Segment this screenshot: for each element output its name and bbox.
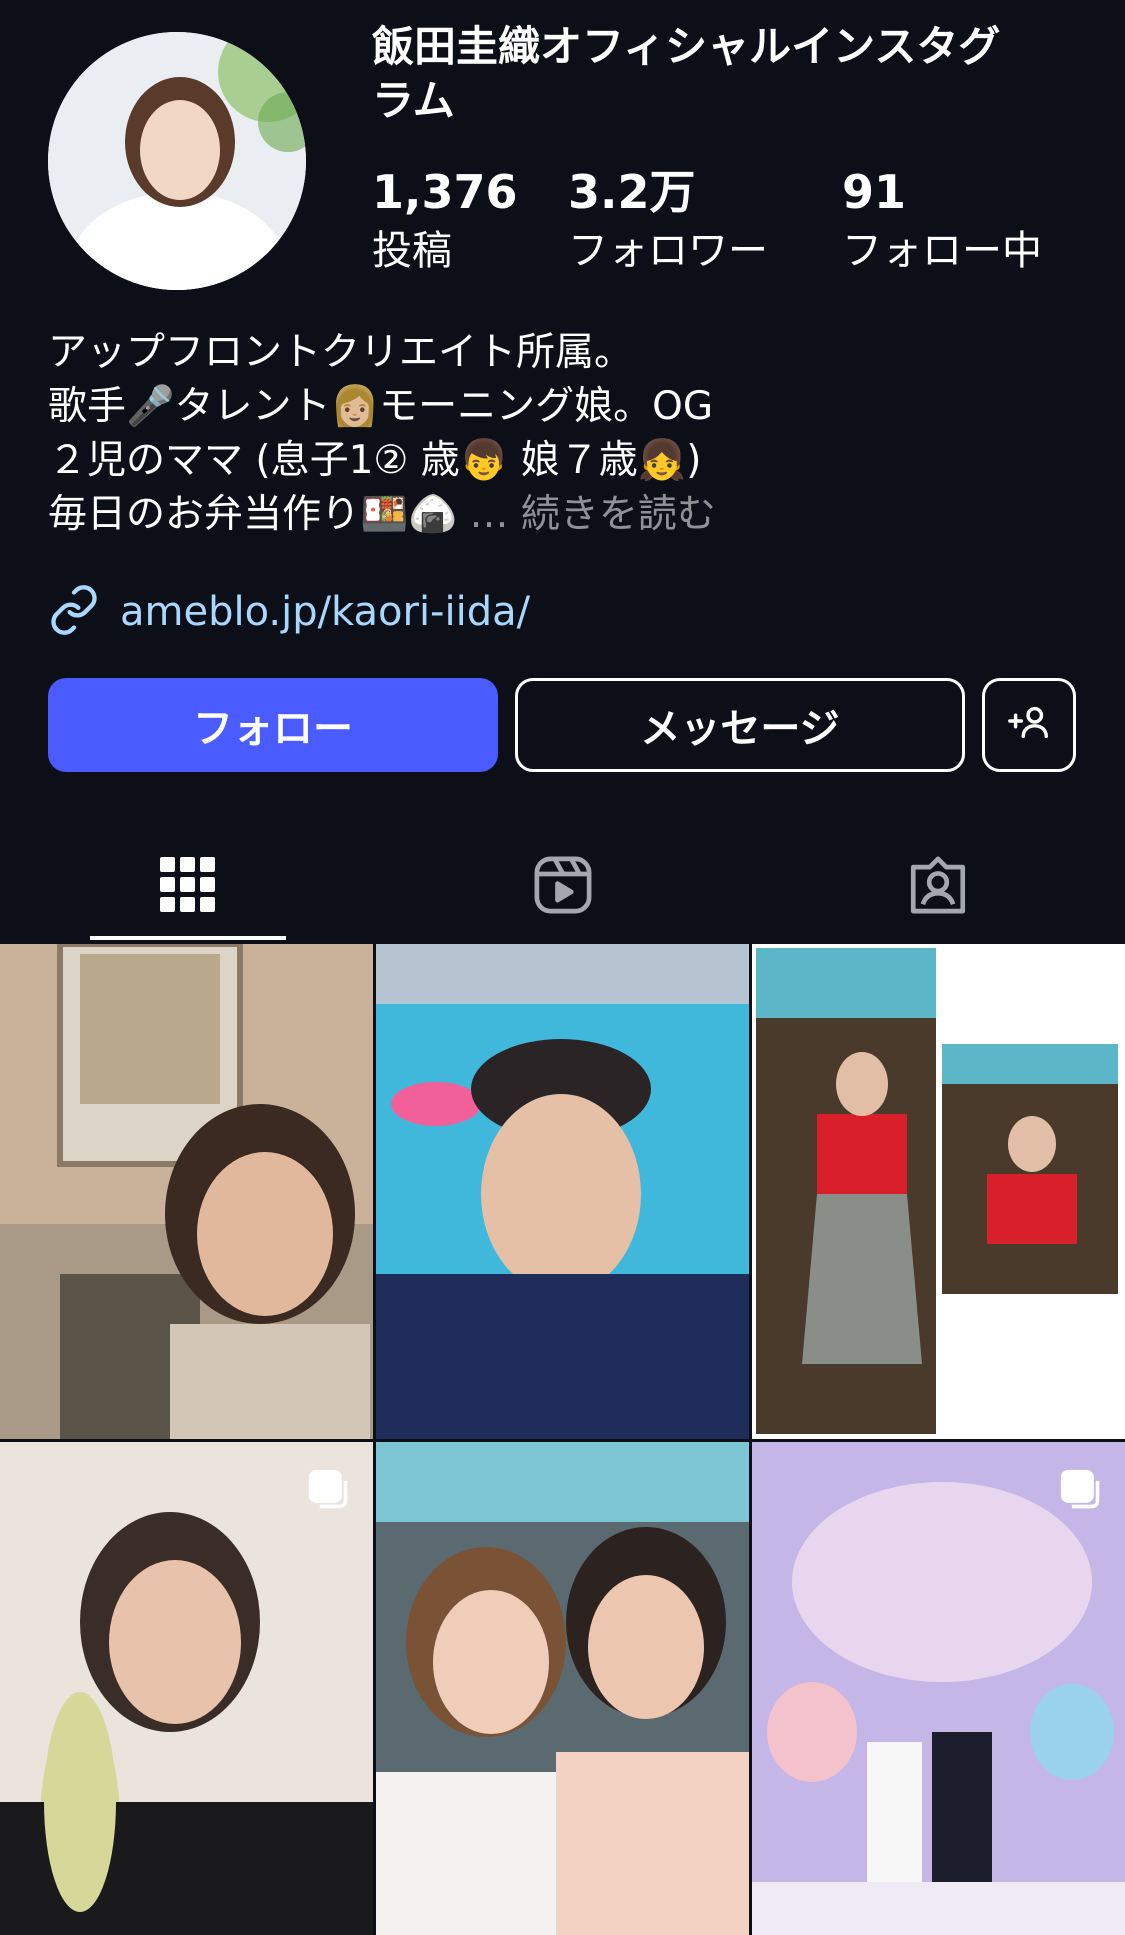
bio-line: 毎日のお弁当作り🍱🍙 <box>48 492 458 537</box>
message-button[interactable]: メッセージ <box>515 678 965 772</box>
stat-following-label: フォロー中 <box>842 228 1042 274</box>
post-thumbnail[interactable] <box>376 944 749 1439</box>
post-thumbnail[interactable] <box>376 1442 749 1935</box>
posts-grid <box>0 944 1125 1935</box>
bio-line: アップフロントクリエイト所属。 <box>48 330 634 375</box>
tab-posts[interactable] <box>0 838 375 936</box>
profile-bio: アップフロントクリエイト所属。 歌手🎤タレント👩🏼モーニング娘。OG ２児のママ… <box>48 326 1088 542</box>
stat-followers[interactable]: 3.2万 フォロワー <box>568 164 768 278</box>
follow-button[interactable]: フォロー <box>48 678 498 772</box>
multiple-photos-icon <box>1059 1468 1103 1512</box>
tab-reels[interactable] <box>375 838 750 936</box>
stat-posts[interactable]: 1,376 投稿 <box>372 164 518 278</box>
profile-name-line1: 飯田圭織オフィシャルインスタグ <box>372 22 1001 71</box>
post-thumbnail[interactable] <box>752 944 1125 1439</box>
multiple-photos-icon <box>307 1468 351 1512</box>
tab-tagged[interactable] <box>750 838 1125 936</box>
link-text[interactable]: ameblo.jp/kaori-iida/ <box>120 586 530 638</box>
profile-name: 飯田圭織オフィシャルインスタグ ラム <box>372 20 1072 128</box>
suggest-users-button[interactable] <box>982 678 1076 772</box>
stat-following-value: 91 <box>842 165 907 219</box>
stat-following[interactable]: 91 フォロー中 <box>842 164 1042 278</box>
grid-icon <box>159 857 216 917</box>
add-user-icon <box>1006 698 1052 752</box>
stat-posts-label: 投稿 <box>372 228 452 274</box>
profile-avatar[interactable] <box>48 32 306 290</box>
stat-followers-value: 3.2万 <box>568 165 696 219</box>
post-thumbnail[interactable] <box>0 1442 373 1935</box>
bio-line-last: 毎日のお弁当作り🍱🍙 … 続きを読む <box>48 488 1088 542</box>
stat-posts-value: 1,376 <box>372 165 518 219</box>
reels-icon <box>530 852 596 922</box>
link-icon <box>48 584 100 640</box>
bio-line: ２児のママ (息子1② 歳👦 娘７歳👧) <box>48 438 702 483</box>
post-thumbnail[interactable] <box>0 944 373 1439</box>
active-tab-indicator <box>90 936 286 940</box>
post-thumbnail[interactable] <box>752 1442 1125 1935</box>
tagged-icon <box>905 852 971 922</box>
bio-line: 歌手🎤タレント👩🏼モーニング娘。OG <box>48 384 714 429</box>
stat-followers-label: フォロワー <box>568 228 768 274</box>
profile-name-line2: ラム <box>372 76 455 125</box>
read-more-link[interactable]: … 続きを読む <box>470 492 716 537</box>
profile-link[interactable]: ameblo.jp/kaori-iida/ <box>48 584 530 640</box>
